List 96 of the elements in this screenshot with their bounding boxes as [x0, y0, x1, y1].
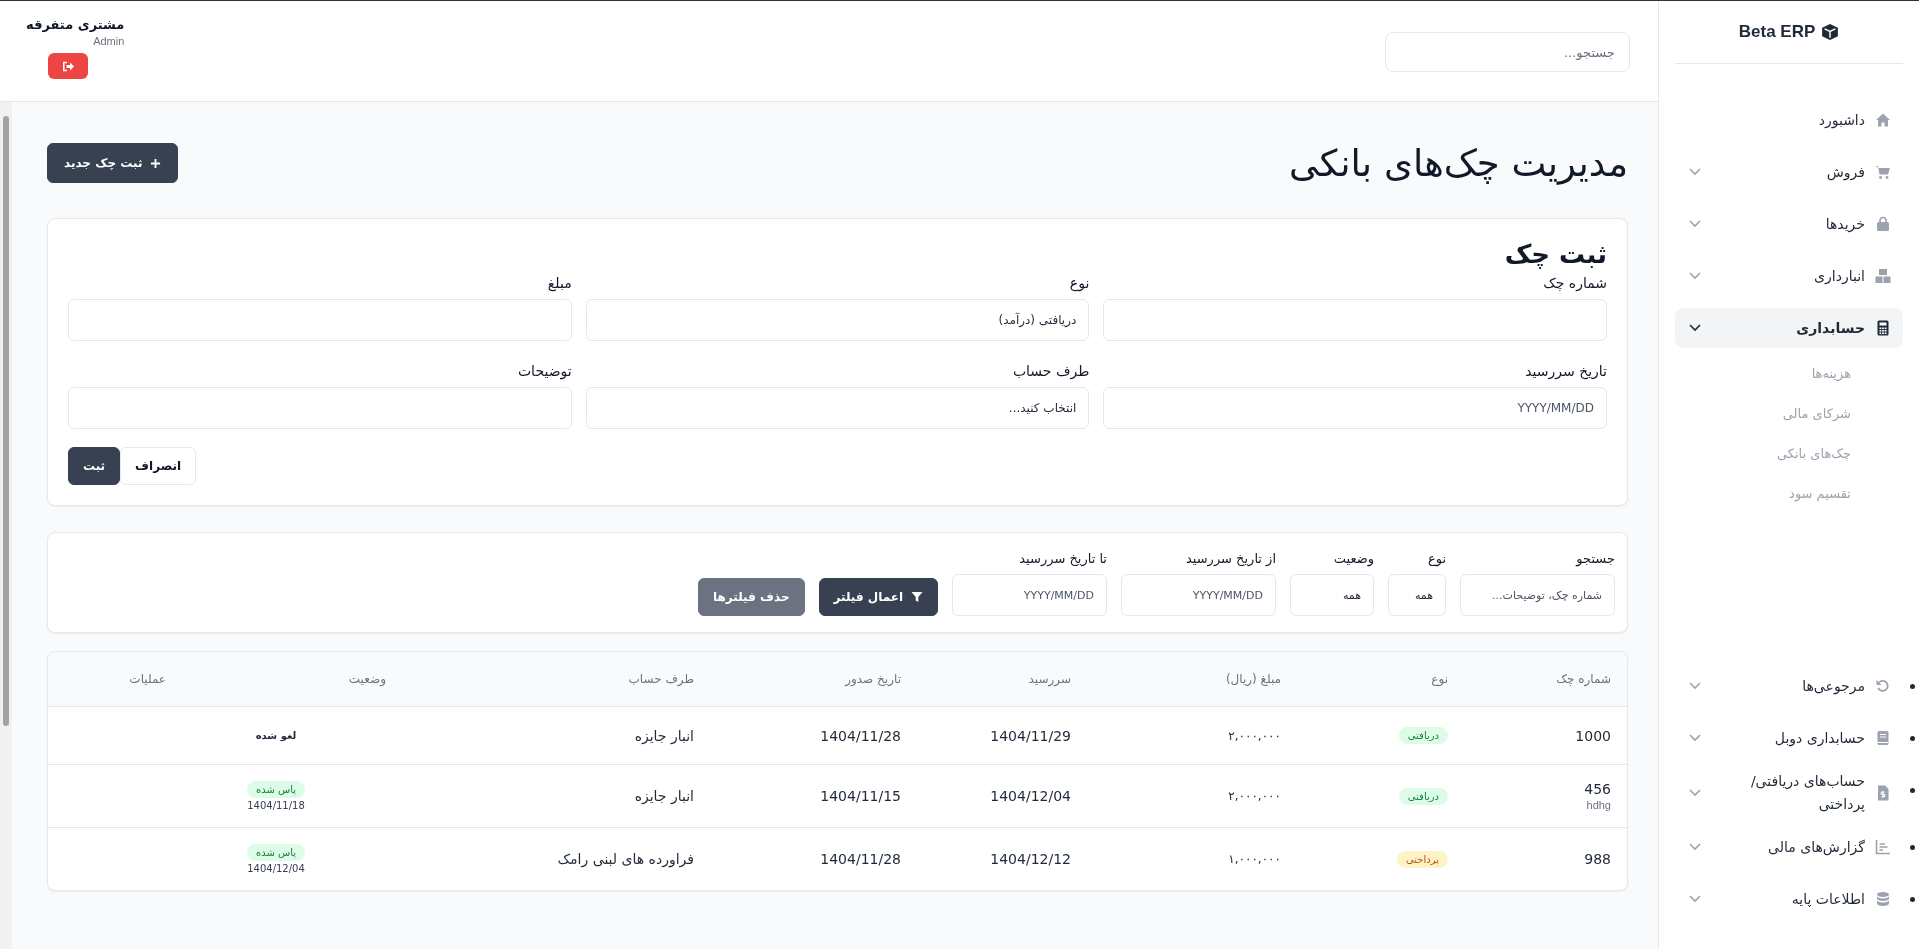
column-header: طرف حساب [627, 672, 694, 686]
field-label: تاریخ سررسید [1524, 363, 1607, 379]
sidebar-item[interactable]: گزارش‌های مالی [1675, 827, 1903, 867]
check-number: 988 [1584, 851, 1611, 867]
issue-date-cell: 1404/11/28 [820, 727, 901, 744]
due-date-cell: 1404/12/12 [990, 851, 1071, 867]
database-icon [1875, 891, 1891, 907]
calculator-icon [1875, 320, 1891, 336]
party-cell: انبار جایزه [634, 788, 694, 804]
issue-date-cell: 1404/11/28 [820, 851, 901, 867]
page-title: مدیریت چک‌های بانکی [1289, 141, 1628, 185]
user-name: مشتری متفرقه [26, 17, 125, 32]
user-role: Admin [93, 35, 125, 47]
select-field[interactable]: دریافتی (درآمد) [585, 299, 1090, 341]
sidebar-item[interactable]: حسابداری دوبل [1675, 718, 1903, 759]
cart-icon [1875, 164, 1891, 180]
bullet-icon [1910, 788, 1915, 794]
bullet-icon [1910, 845, 1915, 850]
filter-label: تا تاریخ سررسید [1018, 551, 1107, 566]
check-number: 1000 [1575, 727, 1611, 744]
app-logo[interactable]: Beta ERP [1738, 22, 1816, 42]
filter-icon [911, 591, 923, 603]
sidebar-item[interactable]: خریدها [1675, 204, 1903, 244]
party-cell: فراورده های لبنی رامک [557, 851, 694, 867]
amount-cell: ۲,۰۰۰,۰۰۰ [1228, 728, 1281, 743]
input-field[interactable]: YYYY/MM/DD [952, 574, 1107, 616]
column-header: نوع [1430, 672, 1448, 686]
input-field[interactable]: شماره چک، توضیحات... [1460, 574, 1615, 616]
type-badge: دریافتی [1398, 787, 1448, 805]
input-field[interactable] [68, 299, 572, 341]
status-date: 1404/12/04 [247, 863, 305, 874]
logout-button[interactable] [48, 53, 89, 79]
field-label: طرف حساب [1011, 363, 1090, 379]
filter-label: جستجو [1574, 551, 1615, 566]
boxes-icon [1875, 268, 1891, 284]
sidebar-item[interactable]: انبارداری [1675, 256, 1903, 296]
plus-icon [150, 157, 162, 169]
filter-label: وضعیت [1332, 551, 1374, 566]
field-label: نوع [1068, 275, 1090, 291]
bag-icon [1875, 216, 1891, 232]
sidebar-item[interactable]: حساب‌های دریافتی/ پرداختی [1675, 770, 1903, 815]
chart-icon [1875, 839, 1891, 855]
apply-filter-button[interactable]: اعمال فیلتر [818, 578, 938, 616]
select-field[interactable]: همه [1290, 574, 1374, 616]
due-date-cell: 1404/12/04 [990, 788, 1071, 804]
status-text: لغو شده [255, 730, 297, 741]
undo-icon [1875, 678, 1891, 695]
book-icon [1875, 730, 1891, 747]
type-badge: پرداختی [1396, 850, 1448, 868]
input-field[interactable] [68, 387, 572, 429]
status-date: 1404/11/18 [247, 800, 305, 811]
column-header: سررسید [1027, 672, 1071, 686]
field-label: شماره چک [1542, 275, 1607, 291]
bullet-icon [1910, 684, 1915, 690]
cube-icon [1821, 23, 1840, 41]
scrollbar[interactable] [0, 102, 12, 949]
bullet-icon [1910, 736, 1915, 742]
type-badge: دریافتی [1398, 727, 1448, 744]
new-check-button[interactable]: ثبت چک جدید [47, 143, 179, 183]
select-field[interactable]: همه [1388, 574, 1446, 616]
column-header: تاریخ صدور [843, 672, 901, 686]
column-header: عملیات [128, 672, 166, 686]
sidebar-item[interactable]: فروش [1675, 152, 1903, 192]
clear-filters-button[interactable]: حذف فیلترها [698, 578, 805, 616]
amount-cell: ۲,۰۰۰,۰۰۰ [1228, 789, 1281, 803]
amount-cell: ۱,۰۰۰,۰۰۰ [1228, 852, 1281, 866]
input-field[interactable] [1103, 299, 1607, 341]
search-field[interactable]: جستجو... [1385, 32, 1630, 72]
party-cell: انبار جایزه [634, 727, 694, 744]
filter-label: نوع [1426, 551, 1446, 566]
sidebar-item[interactable]: داشبورد [1675, 100, 1903, 140]
column-header: مبلغ (ریال) [1224, 672, 1281, 686]
sidebar-item[interactable]: اطلاعات پایه [1675, 879, 1903, 919]
form-title: ثبت چک [1503, 239, 1607, 269]
logout-icon [61, 60, 75, 72]
document-icon [1875, 784, 1891, 801]
issue-date-cell: 1404/11/15 [820, 788, 901, 804]
column-header: شماره چک [1555, 672, 1611, 686]
bullet-icon [1910, 897, 1915, 902]
due-date-cell: 1404/11/29 [990, 727, 1071, 744]
status-badge: پاس شده [246, 844, 306, 861]
cancel-button[interactable]: انصراف [120, 447, 197, 485]
home-icon [1875, 112, 1891, 128]
check-number: 456 [1584, 781, 1611, 797]
field-label: مبلغ [546, 275, 572, 291]
sidebar-item[interactable]: حسابداری [1675, 308, 1903, 348]
field-label: توضیحات [516, 363, 572, 379]
input-field[interactable]: YYYY/MM/DD [1103, 387, 1607, 429]
submit-button[interactable]: ثبت [68, 447, 121, 485]
column-header: وضعیت [347, 672, 386, 686]
input-field[interactable]: YYYY/MM/DD [1121, 574, 1276, 616]
check-note: hdhg [1586, 799, 1611, 811]
select-field[interactable]: انتخاب کنید... [585, 387, 1090, 429]
filter-label: از تاریخ سررسید [1185, 551, 1276, 566]
status-badge: پاس شده [246, 781, 306, 798]
sidebar-item[interactable]: مرجوعی‌ها [1675, 666, 1903, 707]
